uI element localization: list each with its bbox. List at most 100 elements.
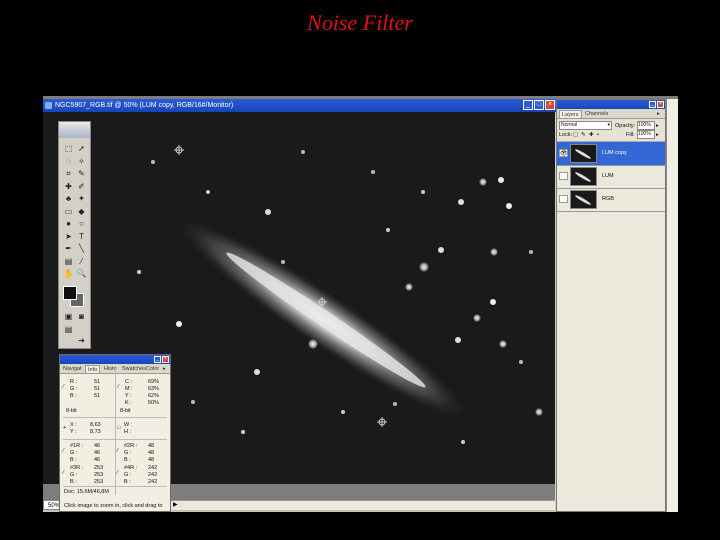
scroll-arrow-icon[interactable]: ▶ (173, 501, 178, 510)
slice-icon[interactable]: ✎ (76, 169, 87, 179)
blur-icon[interactable]: ● (63, 219, 74, 229)
sampler-4-r-value: 242 (148, 465, 158, 471)
fill-input[interactable]: 100% (637, 130, 655, 139)
lock-label: Lock: (559, 132, 573, 138)
move-icon[interactable]: ➚ (76, 144, 87, 154)
tab-info[interactable]: Info (85, 365, 101, 373)
panel-minimize-button[interactable]: _ (154, 356, 161, 363)
bit-depth-left: 8-bit (66, 408, 77, 414)
layers-panel-titlebar[interactable]: _ × (557, 100, 665, 109)
lasso-icon[interactable]: ◌ (63, 157, 74, 167)
eraser-icon[interactable]: ▭ (63, 207, 74, 217)
jump-to-icon[interactable]: ➜ (76, 336, 87, 346)
line-icon[interactable]: ╲ (76, 244, 87, 254)
magic-wand-icon[interactable]: ✧ (76, 157, 87, 167)
layer-name: LUM (602, 173, 614, 179)
path-select-icon[interactable]: ➤ (63, 232, 74, 242)
cmyk-y-value: 62% (148, 393, 160, 399)
bucket-icon[interactable]: ◆ (76, 207, 87, 217)
clone-stamp-icon[interactable]: ♣ (63, 194, 74, 204)
lock-transparency-icon[interactable]: ▢ (573, 132, 578, 138)
tab-layers[interactable]: Layers (559, 110, 582, 118)
rgb-r-label: R : (70, 379, 78, 385)
sampler-1-b-label: B : (70, 457, 77, 463)
sampler-2-r-value: 48 (148, 443, 155, 449)
layer-row[interactable]: LUM (557, 165, 665, 189)
photoshop-workspace: NGC5907_RGB.tif @ 50% (LUM copy, RGB/16#… (43, 96, 678, 512)
tab-navigator[interactable]: Navigat (63, 365, 82, 373)
screen-mode-icon[interactable]: ▤ (63, 325, 74, 335)
rgb-g-label: G : (70, 386, 78, 392)
hand-icon[interactable]: ✋ (63, 269, 74, 279)
lock-position-icon[interactable]: ✚ (589, 132, 594, 138)
close-button[interactable]: × (545, 100, 555, 110)
lock-image-icon[interactable]: ✎ (581, 132, 586, 138)
opacity-label: Opacity: (615, 123, 636, 129)
eyedropper-icon: ⁄ (63, 384, 64, 390)
sampler-1-g-label: G : (70, 450, 78, 456)
chevron-down-icon: ▾ (607, 122, 610, 128)
sampler-2-g-value: 48 (148, 450, 155, 456)
zoom-icon[interactable]: 🔍 (76, 269, 87, 279)
eyedropper-icon[interactable]: ⁄ (76, 257, 87, 267)
fill-slider-icon[interactable]: ▸ (656, 132, 659, 138)
galaxy-thumbnail-icon (575, 149, 591, 159)
cmyk-m-value: 63% (148, 386, 160, 392)
sampler-4-g-value: 242 (148, 472, 158, 478)
cmyk-eyedropper-icon: ⁄ (118, 384, 119, 390)
opacity-slider-icon[interactable]: ▸ (656, 123, 659, 129)
opacity-input[interactable]: 100% (637, 121, 655, 130)
rgb-g-value: 51 (94, 386, 101, 392)
slide-title: Noise Filter (307, 10, 413, 35)
sampler-2-b-value: 48 (148, 457, 155, 463)
panel-close-button[interactable]: × (657, 101, 664, 108)
info-panel-titlebar[interactable]: _ × (60, 355, 170, 364)
maximize-button[interactable]: □ (534, 100, 544, 110)
blend-mode-select[interactable]: Normal ▾ (559, 121, 612, 130)
y-label: Y : (70, 429, 77, 435)
brush-icon[interactable]: ✐ (76, 182, 87, 192)
layers-panel-tabs: Layers Channels ▸ (557, 109, 665, 119)
toolbox: ⬚ ➚ ◌ ✧ ⌗ ✎ ✚ ✐ ♣ ✦ ▭ ◆ ● ○ ➤ T ✒ ╲ ▤ ⁄ ✋ 🔍 ▣ ◙ ▤ ➜ (58, 121, 91, 349)
panel-minimize-button[interactable]: _ (649, 101, 656, 108)
crop-icon[interactable]: ⌗ (63, 169, 74, 179)
healing-brush-icon[interactable]: ✚ (63, 182, 74, 192)
tab-color[interactable]: Color (146, 365, 159, 373)
dodge-icon[interactable]: ○ (76, 219, 87, 229)
standard-mode-icon[interactable]: ◙ (76, 312, 87, 322)
history-brush-icon[interactable]: ✦ (76, 194, 87, 204)
sampler-1-r-value: 46 (94, 443, 101, 449)
cmyk-k-label: K : (125, 400, 132, 406)
marquee-icon[interactable]: ⬚ (63, 144, 74, 154)
galaxy-thumbnail-icon (575, 172, 591, 182)
minimize-button[interactable]: _ (523, 100, 533, 110)
layer-name: LUM copy (602, 150, 627, 156)
layer-row[interactable]: RGB (557, 188, 665, 212)
layer-row[interactable]: 👁 LUM copy (557, 142, 665, 166)
sampler-eyedropper-icon: ⁄ (117, 470, 118, 476)
document-titlebar[interactable]: NGC5907_RGB.tif @ 50% (LUM copy, RGB/16#… (43, 99, 557, 112)
panel-menu-icon[interactable]: ▸ (163, 365, 166, 373)
cmyk-k-value: 50% (148, 400, 160, 406)
quick-mask-icon[interactable]: ▣ (63, 312, 74, 322)
tab-channels[interactable]: Channels (585, 110, 608, 118)
lock-all-icon[interactable]: ▪ (597, 132, 599, 138)
type-icon[interactable]: T (76, 232, 87, 242)
crosshair-icon: + (63, 425, 67, 431)
blend-mode-value: Normal (561, 122, 578, 128)
eye-icon[interactable]: 👁 (559, 149, 568, 157)
foreground-color-swatch[interactable] (63, 286, 77, 300)
sampler-2-b-label: B : (124, 457, 131, 463)
notes-icon[interactable]: ▤ (63, 257, 74, 267)
eye-icon[interactable] (559, 195, 568, 203)
y-value: 8,73 (90, 429, 101, 435)
tab-swatches[interactable]: Swatches (122, 365, 146, 373)
pen-icon[interactable]: ✒ (63, 244, 74, 254)
sampler-4-g-label: G : (124, 472, 132, 478)
h-label: H : (124, 429, 132, 435)
panel-menu-icon[interactable]: ▸ (657, 110, 660, 118)
horizontal-scrollbar[interactable]: ▶ (171, 500, 555, 510)
panel-close-button[interactable]: × (162, 356, 169, 363)
eye-icon[interactable] (559, 172, 568, 180)
sampler-4-b-value: 242 (148, 479, 158, 485)
